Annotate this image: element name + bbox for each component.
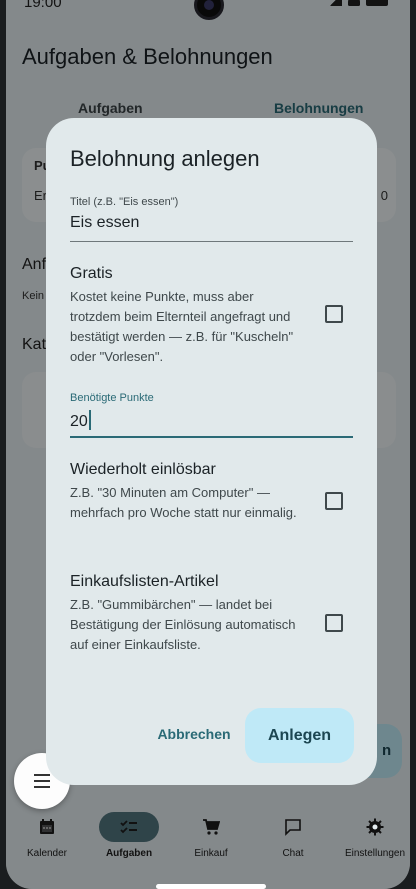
nav-label: Einstellungen bbox=[344, 848, 406, 859]
gratis-checkbox[interactable] bbox=[325, 305, 343, 323]
cancel-button[interactable]: Abbrechen bbox=[148, 718, 240, 750]
calendar-icon bbox=[40, 819, 54, 834]
repeat-description: Z.B. "30 Minuten am Computer" — mehrfach… bbox=[70, 485, 297, 520]
title-field-underline bbox=[70, 241, 353, 242]
nav-label: Einkauf bbox=[194, 848, 228, 859]
nav-item-kalender[interactable]: Kalender bbox=[12, 812, 82, 859]
nav-label: Chat bbox=[282, 848, 304, 859]
nav-item-aufgaben[interactable]: Aufgaben bbox=[94, 812, 164, 859]
bottom-navigation: Kalender Aufgaben Einkauf Chat Einstellu… bbox=[6, 800, 410, 889]
chat-icon bbox=[285, 819, 301, 836]
nav-label: Kalender bbox=[26, 848, 68, 859]
gesture-bar bbox=[156, 884, 266, 889]
cart-icon bbox=[203, 819, 220, 835]
nav-icon-wrap-active bbox=[99, 812, 159, 842]
nav-item-einstellungen[interactable]: Einstellungen bbox=[340, 812, 410, 859]
title-field-label: Titel (z.B. "Eis essen") bbox=[70, 196, 179, 208]
points-field-label: Benötigte Punkte bbox=[70, 392, 154, 404]
nav-label: Aufgaben bbox=[105, 848, 153, 859]
title-field[interactable]: Eis essen bbox=[70, 214, 139, 232]
gratis-description: Kostet keine Punkte, muss aber trotzdem … bbox=[70, 289, 294, 364]
create-button[interactable]: Anlegen bbox=[245, 708, 354, 763]
nav-item-einkauf[interactable]: Einkauf bbox=[176, 812, 246, 859]
shopping-checkbox[interactable] bbox=[325, 614, 343, 632]
shopping-description: Z.B. "Gummibärchen" — landet bei Bestäti… bbox=[70, 597, 296, 652]
gratis-title: Gratis bbox=[70, 265, 113, 282]
nav-icon-wrap bbox=[17, 812, 77, 842]
menu-icon bbox=[34, 774, 50, 788]
nav-icon-wrap bbox=[181, 812, 241, 842]
app-screen: 19:00 Aufgaben & Belohnungen Aufgaben Be… bbox=[6, 0, 410, 889]
points-field-underline bbox=[70, 436, 353, 438]
points-field[interactable]: 20 bbox=[70, 410, 91, 431]
gear-icon bbox=[366, 818, 384, 836]
nav-item-chat[interactable]: Chat bbox=[258, 812, 328, 859]
nav-icon-wrap bbox=[263, 812, 323, 842]
shopping-title: Einkaufslisten-Artikel bbox=[70, 573, 219, 590]
create-reward-dialog: Belohnung anlegen Titel (z.B. "Eis essen… bbox=[46, 118, 377, 785]
checklist-icon bbox=[120, 820, 137, 834]
points-field-value: 20 bbox=[70, 413, 88, 430]
text-cursor bbox=[88, 410, 91, 430]
nav-icon-wrap bbox=[345, 812, 405, 842]
repeat-title: Wiederholt einlösbar bbox=[70, 461, 216, 478]
repeat-checkbox[interactable] bbox=[325, 492, 343, 510]
dialog-title: Belohnung anlegen bbox=[70, 146, 260, 171]
